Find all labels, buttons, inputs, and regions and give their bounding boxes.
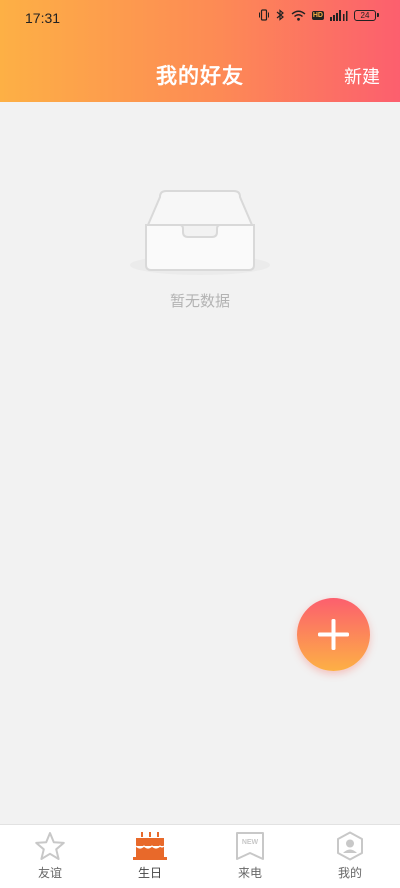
- tab-label: 友谊: [37, 866, 62, 880]
- tab-label: 我的: [337, 866, 362, 880]
- new-button[interactable]: 新建: [344, 63, 380, 89]
- hd-badge: HD: [311, 10, 324, 20]
- status-time: 17:31: [25, 10, 61, 26]
- tab-incoming-call[interactable]: NEW 来电: [200, 825, 300, 888]
- signal-icon: [330, 9, 348, 21]
- empty-state: 暂无数据: [0, 185, 400, 311]
- tab-friendship[interactable]: 友谊: [0, 825, 100, 888]
- battery-indicator: 24: [354, 9, 379, 21]
- wifi-icon: [291, 10, 306, 21]
- empty-inbox-icon: [130, 190, 270, 275]
- star-icon: [35, 832, 65, 860]
- empty-state-message: 暂无数据: [169, 292, 230, 310]
- new-tag-icon: NEW: [236, 832, 264, 860]
- birthday-cake-icon: [133, 832, 167, 860]
- svg-text:NEW: NEW: [242, 839, 259, 846]
- tab-label: 来电: [237, 866, 262, 880]
- plus-icon: [318, 619, 349, 650]
- page-title: 我的好友: [156, 64, 244, 88]
- status-bar: 17:31 HD 24: [0, 0, 400, 34]
- vibrate-icon: [258, 9, 269, 21]
- profile-icon: [337, 831, 363, 861]
- tab-label: 生日: [137, 866, 162, 880]
- bluetooth-icon: [276, 9, 284, 21]
- tab-mine[interactable]: 我的: [300, 825, 400, 888]
- add-friend-button[interactable]: [297, 598, 370, 671]
- status-icons: HD 24: [258, 9, 379, 21]
- bottom-tab-bar: 友谊 生日 NEW 来电 我的: [0, 824, 400, 888]
- header-bar: 17:31 HD 24 我的好友 新建: [0, 0, 400, 102]
- tab-birthday[interactable]: 生日: [100, 825, 200, 888]
